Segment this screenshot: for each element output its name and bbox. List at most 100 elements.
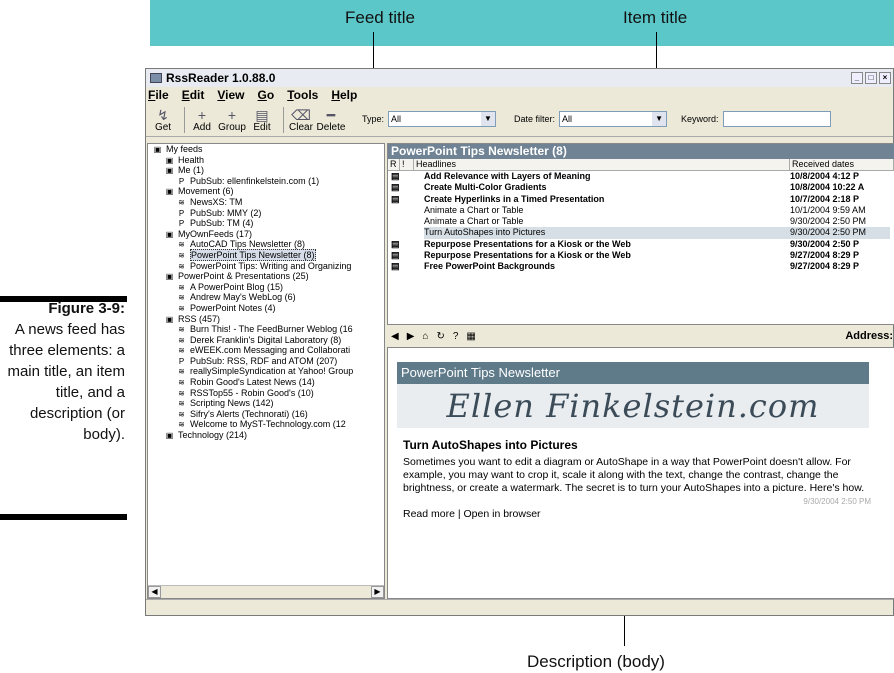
headline-row[interactable]: ▤ Free PowerPoint Backgrounds 9/27/2004 8:… — [388, 261, 894, 272]
unread-icon: ▤ — [391, 238, 400, 249]
clear-button[interactable]: ⌫ Clear — [288, 108, 314, 133]
edit-button[interactable]: ▤ Edit — [249, 108, 275, 133]
tree-item[interactable]: ≋ Scripting News (142) — [148, 398, 384, 409]
menu-file[interactable]: File — [148, 88, 169, 102]
column-flag[interactable]: ! — [400, 159, 414, 170]
get-icon: ↯ — [157, 107, 169, 123]
tree-item[interactable]: ≋ A PowerPoint Blog (15) — [148, 282, 384, 293]
headline-row[interactable]: ▤ Repurpose Presentations for a Kiosk or … — [388, 250, 894, 261]
tree-item[interactable]: ▣ RSS (457) — [148, 314, 384, 325]
tree-item[interactable]: ≋ PowerPoint Tips: Writing and Organizing — [148, 261, 384, 272]
chevron-down-icon[interactable]: ▼ — [652, 112, 667, 126]
menu-edit[interactable]: Edit — [182, 88, 205, 102]
headline-row[interactable]: Animate a Chart or Table 9/30/2004 2:50 P… — [388, 216, 894, 227]
tree-item[interactable]: P PubSub: MMY (2) — [148, 208, 384, 219]
forward-icon[interactable]: ▶ — [407, 331, 415, 342]
headline-list: ▤ Add Relevance with Layers of Meaning 10/… — [388, 171, 894, 273]
tree-item[interactable]: ▣ Health — [148, 155, 384, 166]
tree-item[interactable]: ≋ Sifry's Alerts (Technorati) (16) — [148, 409, 384, 420]
tree-item-label: Movement (6) — [178, 186, 234, 197]
layout-icon[interactable]: ▦ — [466, 331, 475, 342]
tree-item-label: RSS (457) — [178, 313, 221, 324]
headline-date: 9/27/2004 8:29 P — [790, 250, 860, 261]
unread-icon: ▤ — [391, 182, 400, 193]
tree-item-label: Health — [178, 154, 205, 165]
figure-caption: Figure 3-9: A news feed has three elemen… — [0, 298, 125, 445]
headline-title: Animate a Chart or Table — [424, 216, 524, 227]
item-links[interactable]: Read more | Open in browser — [403, 508, 894, 520]
tree-item[interactable]: ▣ Technology (214) — [148, 430, 384, 441]
headline-row[interactable]: Animate a Chart or Table 10/1/2004 9:59 A… — [388, 205, 894, 216]
help-icon[interactable]: ? — [453, 331, 459, 342]
tree-item[interactable]: ≋ reallySimpleSyndication at Yahoo! Group — [148, 366, 384, 377]
headline-title: Free PowerPoint Backgrounds — [424, 261, 556, 272]
tree-item[interactable]: ≋ Robin Good's Latest News (14) — [148, 377, 384, 388]
scroll-left-icon[interactable]: ◀ — [148, 586, 161, 598]
headline-row[interactable]: ▤ Create Hyperlinks in a Timed Presentati… — [388, 194, 894, 205]
tree-item[interactable]: ≋ PowerPoint Notes (4) — [148, 303, 384, 314]
tree-item[interactable]: ≋ NewsXS: TM — [148, 197, 384, 208]
maximize-icon[interactable]: □ — [865, 72, 877, 84]
tree-item[interactable]: ≋ eWEEK.com Messaging and Collaborati — [148, 345, 384, 356]
menu-view[interactable]: View — [217, 88, 244, 102]
tree-item[interactable]: P PubSub: RSS, RDF and ATOM (207) — [148, 356, 384, 367]
close-icon[interactable]: × — [879, 72, 891, 84]
tree-item-label: PowerPoint & Presentations (25) — [178, 271, 309, 282]
figure-label: Figure 3-9: — [48, 300, 125, 317]
home-icon[interactable]: ⌂ — [422, 331, 428, 342]
column-headlines[interactable]: Headlines — [414, 159, 790, 170]
tree-scrollbar[interactable]: ◀ ▶ — [148, 585, 384, 598]
headline-row[interactable]: ▤ Repurpose Presentations for a Kiosk or … — [388, 239, 894, 250]
headline-row[interactable]: ▤ Create Multi-Color Gradients 10/8/2004 1… — [388, 182, 894, 193]
tree-item[interactable]: ≋ PowerPoint Tips Newsletter (8) — [148, 248, 384, 261]
menu-tools[interactable]: Tools — [287, 88, 318, 102]
add-button[interactable]: + Add — [189, 108, 215, 133]
tree-item[interactable]: ≋ Derek Franklin's Digital Laboratory (8) — [148, 335, 384, 346]
column-read[interactable]: R — [388, 159, 400, 170]
headline-row[interactable]: Turn AutoShapes into Pictures 9/30/2004 2… — [388, 227, 894, 239]
headline-row[interactable]: ▤ Add Relevance with Layers of Meaning 10/… — [388, 171, 894, 182]
column-received-dates[interactable]: Received dates — [790, 159, 894, 170]
date-filter-select[interactable]: All ▼ — [559, 111, 668, 127]
group-button[interactable]: + Group — [218, 108, 246, 133]
menu-help[interactable]: Help — [331, 88, 357, 102]
figure-text: A news feed has three elements: a main t… — [7, 321, 125, 443]
headline-date: 10/7/2004 2:18 P — [790, 193, 860, 204]
tree-item[interactable]: ≋ Andrew May's WebLog (6) — [148, 292, 384, 303]
type-select[interactable]: All ▼ — [388, 111, 497, 127]
tree-item[interactable]: P PubSub: TM (4) — [148, 218, 384, 229]
clear-icon: ⌫ — [291, 107, 311, 123]
back-icon[interactable]: ◀ — [391, 331, 399, 342]
tree-item[interactable]: ≋ Welcome to MyST-Technology.com (12 — [148, 419, 384, 430]
scroll-right-icon[interactable]: ▶ — [371, 586, 384, 598]
tree-item[interactable]: ≋ Burn This! - The FeedBurner Weblog (16 — [148, 324, 384, 335]
get-button[interactable]: ↯ Get — [150, 108, 176, 133]
delete-label: Delete — [316, 122, 346, 133]
newsletter-banner: Ellen Finkelstein.com — [397, 384, 869, 428]
tree-item-label: Scripting News (142) — [190, 398, 274, 409]
unread-icon: ▤ — [391, 261, 400, 272]
tree-item[interactable]: ▣ PowerPoint & Presentations (25) — [148, 271, 384, 282]
tree-item[interactable]: ▣ MyOwnFeeds (17) — [148, 229, 384, 240]
tree-item[interactable]: ▣ Me (1) — [148, 165, 384, 176]
tree-item-label: Burn This! - The FeedBurner Weblog (16 — [190, 324, 353, 335]
delete-button[interactable]: ━ Delete — [316, 107, 346, 133]
minimize-icon[interactable]: _ — [851, 72, 863, 84]
refresh-icon[interactable]: ↻ — [436, 331, 444, 342]
tree-item[interactable]: P PubSub: ellenfinkelstein.com (1) — [148, 176, 384, 187]
item-date: 9/30/2004 2:50 PM — [803, 497, 871, 506]
menu-go[interactable]: Go — [258, 88, 275, 102]
tree-item[interactable]: ▣ My feeds — [148, 144, 384, 155]
tree-item-label: Sifry's Alerts (Technorati) (16) — [190, 408, 308, 419]
tree-item[interactable]: ≋ RSSTop55 - Robin Good's (10) — [148, 388, 384, 399]
tree-item-label: Andrew May's WebLog (6) — [190, 292, 296, 303]
headline-title: Add Relevance with Layers of Meaning — [424, 171, 591, 181]
tree-item[interactable]: ▣ Movement (6) — [148, 186, 384, 197]
headline-title: Repurpose Presentations for a Kiosk or t… — [424, 250, 631, 261]
title-bar: RssReader 1.0.88.0 _ □ × — [146, 69, 893, 87]
chevron-down-icon[interactable]: ▼ — [481, 112, 496, 126]
keyword-input[interactable] — [722, 111, 831, 127]
headline-date: 10/8/2004 10:22 A — [790, 182, 865, 193]
unread-icon: ▤ — [391, 193, 400, 204]
minus-icon: ━ — [326, 107, 336, 123]
